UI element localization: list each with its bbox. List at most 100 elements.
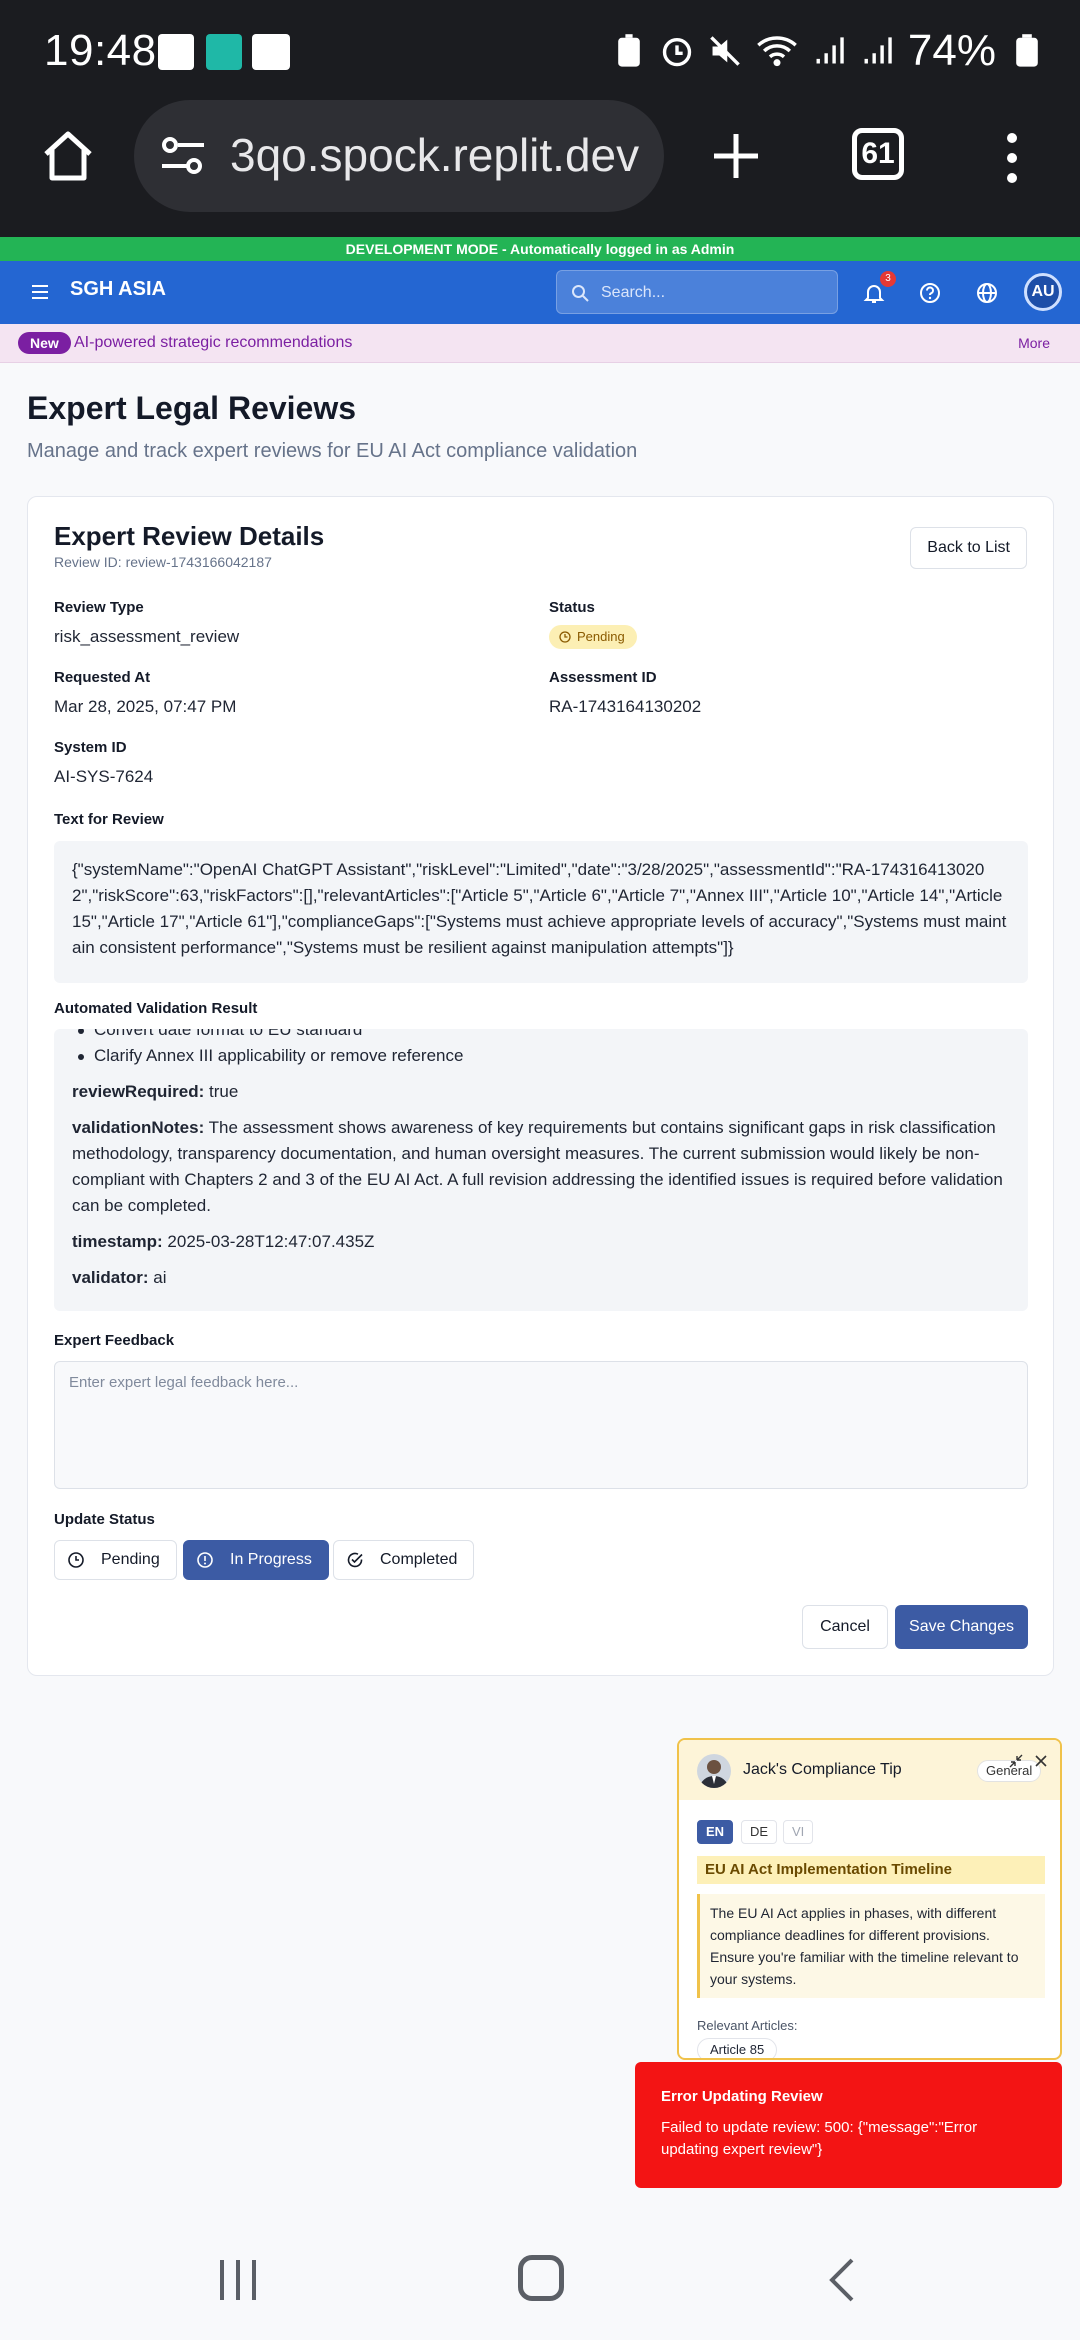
tip-heading: EU AI Act Implementation Timeline [697, 1856, 1045, 1884]
status-in-progress-label: In Progress [230, 1551, 312, 1568]
alarm-icon [662, 37, 692, 67]
status-pending-label: Pending [101, 1551, 160, 1568]
review-required-value: true [209, 1082, 239, 1101]
back-icon[interactable] [828, 2256, 856, 2304]
promo-banner: New AI-powered strategic recommendations… [0, 324, 1080, 363]
status-icons: 74% [612, 26, 1044, 76]
save-changes-button[interactable]: Save Changes [895, 1605, 1028, 1649]
brand-name[interactable]: SGH ASIA [70, 278, 166, 301]
jack-avatar [697, 1754, 731, 1788]
timestamp-key: timestamp: [72, 1232, 163, 1251]
clock-icon [68, 1552, 84, 1568]
cgv-app-icon [252, 34, 290, 70]
review-details-card: Expert Review Details Review ID: review-… [27, 496, 1054, 1676]
status-completed-label: Completed [380, 1551, 458, 1568]
card-title: Expert Review Details [54, 521, 325, 551]
signal-icon [816, 37, 844, 64]
battery-saver-icon [618, 34, 640, 67]
cancel-button[interactable]: Cancel [802, 1605, 888, 1649]
review-type-value: risk_assessment_review [54, 627, 240, 646]
status-label: Status [549, 599, 595, 616]
check-circle-icon [347, 1552, 363, 1568]
language-de-button[interactable]: DE [741, 1820, 778, 1844]
wifi-icon [757, 36, 797, 67]
dev-mode-banner: DEVELOPMENT MODE - Automatically logged … [0, 237, 1080, 261]
status-in-progress-button[interactable]: In Progress [183, 1540, 329, 1580]
promo-more-link[interactable]: More [1018, 335, 1050, 351]
requested-at-label: Requested At [54, 669, 151, 686]
validator-value: ai [153, 1268, 167, 1287]
assessment-id-value: RA-1743164130202 [549, 697, 702, 716]
home-icon[interactable] [40, 128, 96, 184]
toast-title: Error Updating Review [661, 2088, 823, 2105]
error-toast[interactable]: Error Updating Review Failed to update r… [635, 2062, 1062, 2188]
address-bar[interactable]: 3qo.spock.replit.dev [134, 100, 664, 212]
back-to-list-button[interactable]: Back to List [910, 527, 1027, 569]
search-icon [572, 285, 589, 302]
page-subtitle: Manage and track expert reviews for EU A… [27, 440, 638, 462]
clock-icon [559, 631, 571, 643]
review-type-label: Review Type [54, 599, 144, 616]
system-navigation-bar [0, 2200, 1080, 2340]
minimize-icon[interactable] [1009, 1754, 1023, 1768]
list-item: Clarify Annex III applicability or remov… [72, 1043, 1010, 1069]
notification-count-badge: 3 [880, 271, 896, 287]
validation-result-panel[interactable]: Convert date format to EU standard Clari… [54, 1029, 1028, 1311]
expert-feedback-label: Expert Feedback [54, 1332, 175, 1349]
text-for-review-label: Text for Review [54, 811, 164, 828]
status-bar: 19:48 74% [0, 0, 1080, 100]
review-id: Review ID: review-1743166042187 [54, 554, 272, 570]
validator-key: validator: [72, 1268, 149, 1287]
requested-at-value: Mar 28, 2025, 07:47 PM [54, 697, 237, 716]
timestamp-value: 2025-03-28T12:47:07.435Z [167, 1232, 375, 1251]
more-menu-icon[interactable] [996, 130, 1028, 186]
expert-feedback-textarea[interactable] [54, 1361, 1028, 1489]
page-title: Expert Legal Reviews [27, 390, 357, 426]
url-text[interactable]: 3qo.spock.replit.dev [230, 128, 650, 182]
article-tag[interactable]: Article 85 [697, 2038, 778, 2058]
close-icon[interactable] [1033, 1753, 1049, 1769]
validation-notes-key: validationNotes: [72, 1118, 205, 1137]
status-badge: Pending [549, 625, 637, 649]
tip-title: Jack's Compliance Tip [743, 1761, 902, 1778]
help-icon[interactable] [916, 279, 944, 307]
update-status-label: Update Status [54, 1511, 155, 1528]
hamburger-menu-icon[interactable] [30, 283, 50, 301]
recent-apps-icon[interactable] [218, 2258, 258, 2302]
relevant-articles-label: Relevant Articles: [697, 2018, 798, 2033]
validation-notes-row: validationNotes: The assessment shows aw… [72, 1115, 1010, 1219]
language-vi-button[interactable]: VI [783, 1820, 814, 1844]
mute-icon [710, 36, 740, 66]
home-button[interactable] [518, 2255, 564, 2301]
validator-row: validator: ai [72, 1265, 1010, 1291]
toast-message: Failed to update review: 500: {"message"… [661, 2119, 978, 2158]
promo-text[interactable]: AI-powered strategic recommendations [74, 334, 352, 352]
system-id-value: AI-SYS-7624 [54, 767, 154, 786]
review-required-row: reviewRequired: true [72, 1079, 1010, 1105]
language-en-button[interactable]: EN [697, 1820, 734, 1844]
tip-header: Jack's Compliance Tip General [679, 1740, 1060, 1800]
assessment-id-label: Assessment ID [549, 669, 657, 686]
timestamp-row: timestamp: 2025-03-28T12:47:07.435Z [72, 1229, 1010, 1255]
search-box[interactable] [556, 270, 838, 314]
validation-result-label: Automated Validation Result [54, 1000, 258, 1017]
battery-icon [1016, 34, 1038, 67]
text-for-review-content: {"systemName":"OpenAI ChatGPT Assistant"… [54, 841, 1028, 983]
clock: 19:48 [44, 26, 157, 75]
search-input[interactable] [601, 279, 821, 307]
checklist-app-icon [206, 34, 242, 70]
globe-language-icon[interactable] [973, 279, 1001, 307]
system-id-label: System ID [54, 739, 127, 756]
list-item: Convert date format to EU standard [72, 1029, 1010, 1043]
new-tab-icon[interactable] [710, 130, 762, 182]
site-settings-icon[interactable] [160, 136, 206, 176]
status-completed-button[interactable]: Completed [333, 1540, 475, 1580]
alert-circle-icon [197, 1552, 213, 1568]
status-badge-text: Pending [577, 629, 625, 644]
validation-notes-value: The assessment shows awareness of key re… [72, 1118, 1003, 1215]
person-icon [700, 1760, 728, 1788]
signal-icon-2 [864, 37, 892, 64]
user-avatar[interactable]: AU [1024, 273, 1062, 311]
tab-switcher-button[interactable]: 61 [852, 128, 904, 180]
status-pending-button[interactable]: Pending [54, 1540, 177, 1580]
